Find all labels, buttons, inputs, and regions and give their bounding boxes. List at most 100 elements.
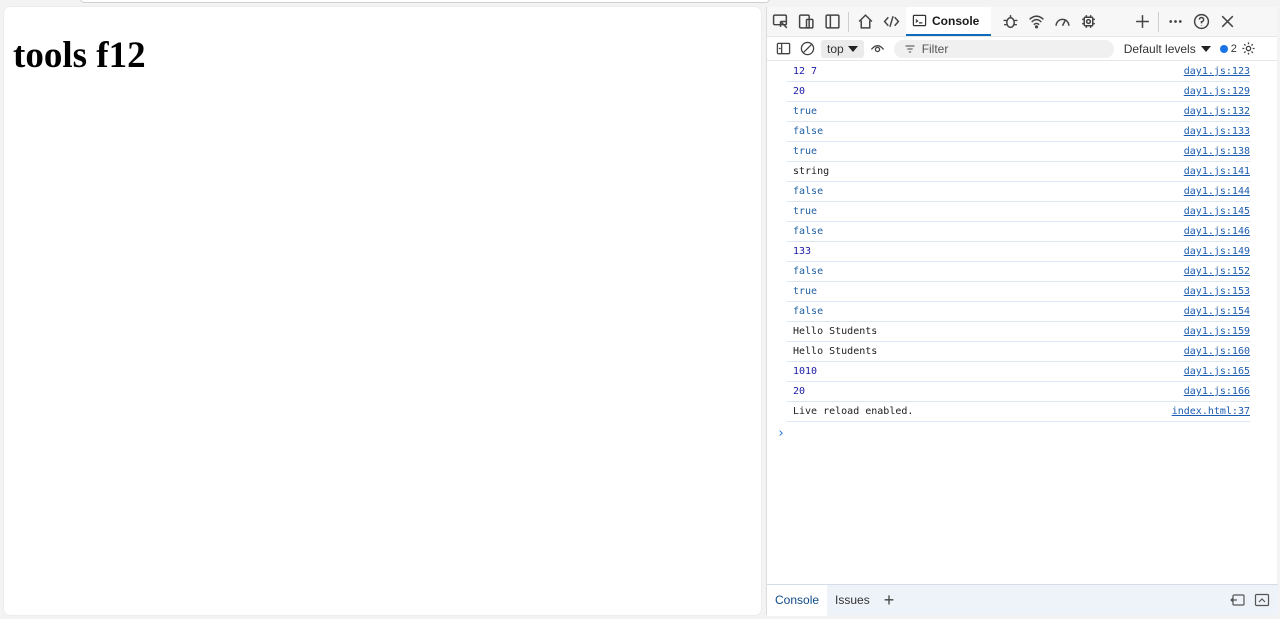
bug-icon[interactable] [997, 9, 1023, 35]
dock-side-icon[interactable] [819, 9, 845, 35]
performance-gauge-icon[interactable] [1049, 9, 1075, 35]
filter-input[interactable] [921, 41, 1102, 56]
source-link[interactable]: day1.js:129 [1184, 86, 1250, 97]
console-log: 12 7 day1.js:123 20 day1.js:129 true day1.js:… [767, 62, 1278, 422]
drawer-tab-console[interactable]: Console [767, 584, 828, 616]
tab-divider [848, 11, 849, 32]
console-message-row: false day1.js:146 [787, 222, 1250, 242]
console-message-text: Hello Students [793, 346, 878, 357]
close-icon[interactable] [1214, 9, 1240, 35]
tab-console-label: Console [932, 13, 980, 28]
console-message-row: true day1.js:138 [787, 142, 1250, 162]
source-link[interactable]: day1.js:160 [1184, 346, 1250, 357]
source-link[interactable]: day1.js:153 [1184, 286, 1250, 297]
console-prompt[interactable]: › [777, 426, 785, 441]
source-link[interactable]: day1.js:165 [1184, 366, 1250, 377]
console-message-row: false day1.js:144 [787, 182, 1250, 202]
drawer-tab-bar: Console Issues + [767, 584, 1278, 616]
drawer-add-tab-button[interactable]: + [884, 590, 895, 611]
browser-tab-strip [80, 0, 770, 3]
clear-console-icon[interactable] [795, 38, 819, 60]
web-page: tools f12 [4, 7, 761, 615]
device-emulation-icon[interactable] [793, 9, 819, 35]
console-message-row: true day1.js:132 [787, 102, 1250, 122]
devtools-panel: Console top Default levels 2 [766, 7, 1278, 616]
console-message-text: false [793, 266, 824, 277]
chevron-down-icon [1200, 45, 1211, 52]
console-message-text: true [793, 206, 818, 217]
console-message-text: string [793, 166, 830, 177]
console-message-row: 20 day1.js:166 [787, 382, 1250, 402]
filter-field[interactable] [893, 39, 1114, 58]
console-message-text: false [793, 226, 824, 237]
console-settings-gear-icon[interactable] [1237, 38, 1261, 60]
source-link[interactable]: day1.js:146 [1184, 226, 1250, 237]
console-message-row: 1010 day1.js:165 [787, 362, 1250, 382]
source-link[interactable]: day1.js:145 [1184, 206, 1250, 217]
console-message-text: false [793, 186, 824, 197]
console-message-row: false day1.js:154 [787, 302, 1250, 322]
console-message-text: 20 [793, 386, 806, 397]
console-message-text: true [793, 286, 818, 297]
console-message-row: true day1.js:145 [787, 202, 1250, 222]
console-message-text: false [793, 126, 824, 137]
source-link[interactable]: day1.js:166 [1184, 386, 1250, 397]
more-tools-plus-icon[interactable] [1129, 9, 1155, 35]
welcome-home-icon[interactable] [852, 9, 878, 35]
log-levels-dropdown[interactable]: Default levels [1124, 42, 1211, 56]
console-message-row: 133 day1.js:149 [787, 242, 1250, 262]
tab-divider [1158, 11, 1160, 32]
console-message-row: true day1.js:153 [787, 282, 1250, 302]
filter-icon [905, 44, 915, 53]
issues-badge[interactable]: 2 [1219, 43, 1237, 55]
console-message-text: true [793, 106, 818, 117]
console-icon [912, 14, 927, 27]
console-message-text: 12 7 [793, 66, 818, 77]
source-link[interactable]: day1.js:133 [1184, 126, 1250, 137]
console-message-row: false day1.js:152 [787, 262, 1250, 282]
elements-icon[interactable] [878, 9, 904, 35]
console-message-text: 133 [793, 246, 812, 257]
console-message-text: Live reload enabled. [793, 406, 914, 417]
collapse-drawer-icon[interactable] [1254, 593, 1270, 607]
console-message-text: false [793, 306, 824, 317]
console-message-row: 20 day1.js:129 [787, 82, 1250, 102]
console-message-row: false day1.js:133 [787, 122, 1250, 142]
source-link[interactable]: day1.js:144 [1184, 186, 1250, 197]
help-icon[interactable] [1188, 9, 1214, 35]
source-link[interactable]: day1.js:159 [1184, 326, 1250, 337]
console-message-row: Hello Students day1.js:160 [787, 342, 1250, 362]
context-selector-label: top [827, 41, 844, 56]
console-message-row: Hello Students day1.js:159 [787, 322, 1250, 342]
console-message-row: Live reload enabled. index.html:37 [787, 402, 1250, 422]
console-message-text: 20 [793, 86, 806, 97]
source-link[interactable]: day1.js:149 [1184, 246, 1250, 257]
memory-chip-icon[interactable] [1075, 9, 1101, 35]
source-link[interactable]: day1.js:132 [1184, 106, 1250, 117]
network-wifi-icon[interactable] [1023, 9, 1049, 35]
console-message-text: true [793, 146, 818, 157]
console-message-row: string day1.js:141 [787, 162, 1250, 182]
dock-drawer-icon[interactable] [1230, 593, 1246, 607]
inspect-element-icon[interactable] [767, 9, 793, 35]
source-link[interactable]: day1.js:138 [1184, 146, 1250, 157]
log-levels-label: Default levels [1123, 41, 1196, 56]
source-link[interactable]: day1.js:141 [1184, 166, 1250, 177]
live-expression-eye-icon[interactable] [866, 38, 890, 60]
drawer-tab-issues[interactable]: Issues [827, 585, 878, 616]
console-toolbar: top Default levels 2 [767, 37, 1277, 61]
message-icon [1219, 44, 1228, 53]
source-link[interactable]: day1.js:123 [1184, 66, 1250, 77]
page-heading: tools f12 [13, 35, 146, 76]
sidebar-toggle-icon[interactable] [771, 38, 795, 60]
tab-console[interactable]: Console [906, 7, 992, 36]
console-message-text: 1010 [793, 366, 818, 377]
context-selector[interactable]: top [821, 39, 864, 58]
chevron-down-icon [847, 45, 858, 52]
source-link[interactable]: index.html:37 [1172, 406, 1250, 417]
more-options-icon[interactable] [1162, 9, 1188, 35]
source-link[interactable]: day1.js:154 [1184, 306, 1250, 317]
console-message-row: 12 7 day1.js:123 [787, 62, 1250, 82]
source-link[interactable]: day1.js:152 [1184, 266, 1250, 277]
devtools-tab-bar: Console [767, 7, 1277, 37]
